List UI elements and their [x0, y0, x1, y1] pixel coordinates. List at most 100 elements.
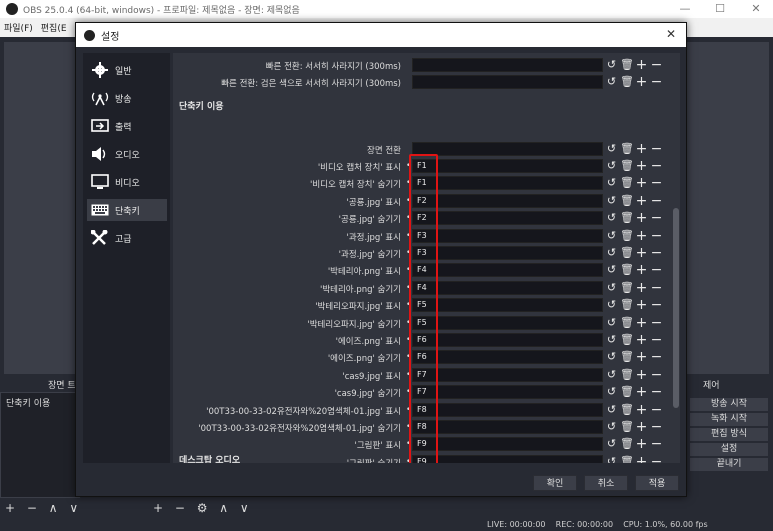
hotkey-input[interactable]: F7	[412, 385, 603, 400]
start-recording-button[interactable]: 녹화 시작	[690, 413, 768, 426]
trash-icon[interactable]: 🗑	[620, 421, 634, 433]
plus-icon[interactable]: +	[635, 333, 648, 347]
minus-icon[interactable]: −	[650, 229, 663, 243]
reset-hotkey-icon[interactable]: ↺	[605, 403, 618, 416]
plus-icon[interactable]: +	[635, 159, 648, 173]
ok-button[interactable]: 확인	[533, 475, 577, 491]
sidebar-item-hotkeys[interactable]: 단축키	[87, 199, 167, 221]
minus-icon[interactable]: −	[650, 437, 663, 451]
plus-icon[interactable]: +	[635, 420, 648, 434]
hotkey-input[interactable]: F4	[412, 280, 603, 295]
trash-icon[interactable]: 🗑	[620, 194, 634, 207]
maximize-button[interactable]: ☐	[701, 0, 739, 18]
hotkeys-scrollbar[interactable]	[672, 53, 680, 463]
trash-icon[interactable]: 🗑	[620, 351, 634, 363]
hotkey-input[interactable]: F2	[412, 211, 603, 226]
plus-icon[interactable]: +	[635, 246, 648, 260]
plus-icon[interactable]: +	[635, 176, 648, 190]
trash-icon[interactable]: 🗑	[620, 177, 634, 189]
reset-hotkey-icon[interactable]: ↺	[605, 194, 618, 207]
trash-icon[interactable]: 🗑	[620, 264, 634, 276]
minus-icon[interactable]: −	[650, 246, 663, 260]
minus-icon[interactable]: −	[650, 159, 663, 173]
reset-hotkey-icon[interactable]: ↺	[605, 455, 618, 463]
hotkey-input[interactable]: F8	[412, 402, 603, 417]
reset-hotkey-icon[interactable]: ↺	[605, 143, 618, 155]
plus-icon[interactable]: +	[635, 350, 648, 364]
hotkey-input[interactable]: F2	[412, 193, 603, 208]
minus-icon[interactable]: −	[650, 333, 663, 347]
hotkey-input[interactable]: F3	[412, 246, 603, 260]
minus-icon[interactable]: −	[650, 455, 663, 463]
plus-icon[interactable]: +	[635, 263, 648, 277]
reset-hotkey-icon[interactable]: ↺	[605, 316, 618, 329]
trash-icon[interactable]: 🗑	[620, 247, 634, 259]
menu-file[interactable]: 파일(F)	[0, 21, 37, 34]
trash-icon[interactable]: 🗑	[620, 386, 634, 398]
scenes-toolbar[interactable]: + − ∧ ∨	[5, 501, 82, 515]
plus-icon[interactable]: +	[635, 385, 648, 399]
trash-icon[interactable]: 🗑	[620, 143, 634, 155]
sidebar-item-output[interactable]: 출력	[87, 115, 167, 137]
hotkey-input[interactable]: F5	[412, 298, 603, 313]
sidebar-item-advanced[interactable]: 고급	[87, 227, 167, 249]
reset-hotkey-icon[interactable]: ↺	[605, 386, 618, 398]
hotkey-input[interactable]: F9	[412, 454, 603, 463]
plus-icon[interactable]: +	[635, 142, 648, 156]
trash-icon[interactable]: 🗑	[620, 403, 634, 416]
hotkey-input[interactable]: F5	[412, 315, 603, 330]
minus-icon[interactable]: −	[650, 58, 663, 72]
reset-hotkey-icon[interactable]: ↺	[605, 264, 618, 276]
hotkey-input[interactable]: F8	[412, 420, 603, 434]
hotkey-input[interactable]	[412, 58, 603, 72]
hotkey-input[interactable]: F1	[412, 159, 603, 173]
sidebar-item-video[interactable]: 비디오	[87, 171, 167, 193]
sidebar-item-stream[interactable]: 방송	[87, 87, 167, 109]
plus-icon[interactable]: +	[635, 58, 648, 72]
minus-icon[interactable]: −	[650, 75, 663, 89]
exit-button[interactable]: 끝내기	[690, 458, 768, 471]
minus-icon[interactable]: −	[650, 281, 663, 295]
settings-button[interactable]: 설정	[690, 443, 768, 456]
plus-icon[interactable]: +	[635, 281, 648, 295]
trash-icon[interactable]: 🗑	[620, 438, 634, 450]
start-streaming-button[interactable]: 방송 시작	[690, 398, 768, 411]
reset-hotkey-icon[interactable]: ↺	[605, 421, 618, 433]
reset-hotkey-icon[interactable]: ↺	[605, 59, 618, 71]
reset-hotkey-icon[interactable]: ↺	[605, 368, 618, 381]
minus-icon[interactable]: −	[650, 368, 663, 382]
trash-icon[interactable]: 🗑	[620, 334, 634, 346]
minus-icon[interactable]: −	[650, 350, 663, 364]
hotkey-input[interactable]	[412, 75, 603, 89]
plus-icon[interactable]: +	[635, 403, 648, 417]
trash-icon[interactable]: 🗑	[620, 299, 634, 311]
minus-icon[interactable]: −	[650, 176, 663, 190]
reset-hotkey-icon[interactable]: ↺	[605, 76, 618, 88]
menu-edit[interactable]: 편집(E	[37, 21, 71, 34]
plus-icon[interactable]: +	[635, 75, 648, 89]
minus-icon[interactable]: −	[650, 385, 663, 399]
minus-icon[interactable]: −	[650, 316, 663, 330]
studio-mode-button[interactable]: 편집 방식	[690, 428, 768, 441]
plus-icon[interactable]: +	[635, 455, 648, 463]
minus-icon[interactable]: −	[650, 263, 663, 277]
minus-icon[interactable]: −	[650, 194, 663, 208]
plus-icon[interactable]: +	[635, 316, 648, 330]
sources-toolbar[interactable]: + − ⚙ ∧ ∨	[153, 501, 253, 515]
hotkey-input[interactable]: F9	[412, 437, 603, 452]
trash-icon[interactable]: 🗑	[620, 455, 634, 463]
hotkey-input[interactable]: F6	[412, 333, 603, 347]
minus-icon[interactable]: −	[650, 211, 663, 225]
reset-hotkey-icon[interactable]: ↺	[605, 299, 618, 311]
apply-button[interactable]: 적용	[635, 475, 679, 491]
trash-icon[interactable]: 🗑	[620, 281, 634, 294]
trash-icon[interactable]: 🗑	[620, 368, 634, 381]
reset-hotkey-icon[interactable]: ↺	[605, 247, 618, 259]
plus-icon[interactable]: +	[635, 229, 648, 243]
scene-list-item[interactable]: 단축키 이용	[6, 396, 50, 409]
hotkey-input[interactable]: F4	[412, 263, 603, 278]
minus-icon[interactable]: −	[650, 420, 663, 434]
trash-icon[interactable]: 🗑	[620, 160, 634, 172]
reset-hotkey-icon[interactable]: ↺	[605, 177, 618, 189]
trash-icon[interactable]: 🗑	[620, 316, 634, 329]
